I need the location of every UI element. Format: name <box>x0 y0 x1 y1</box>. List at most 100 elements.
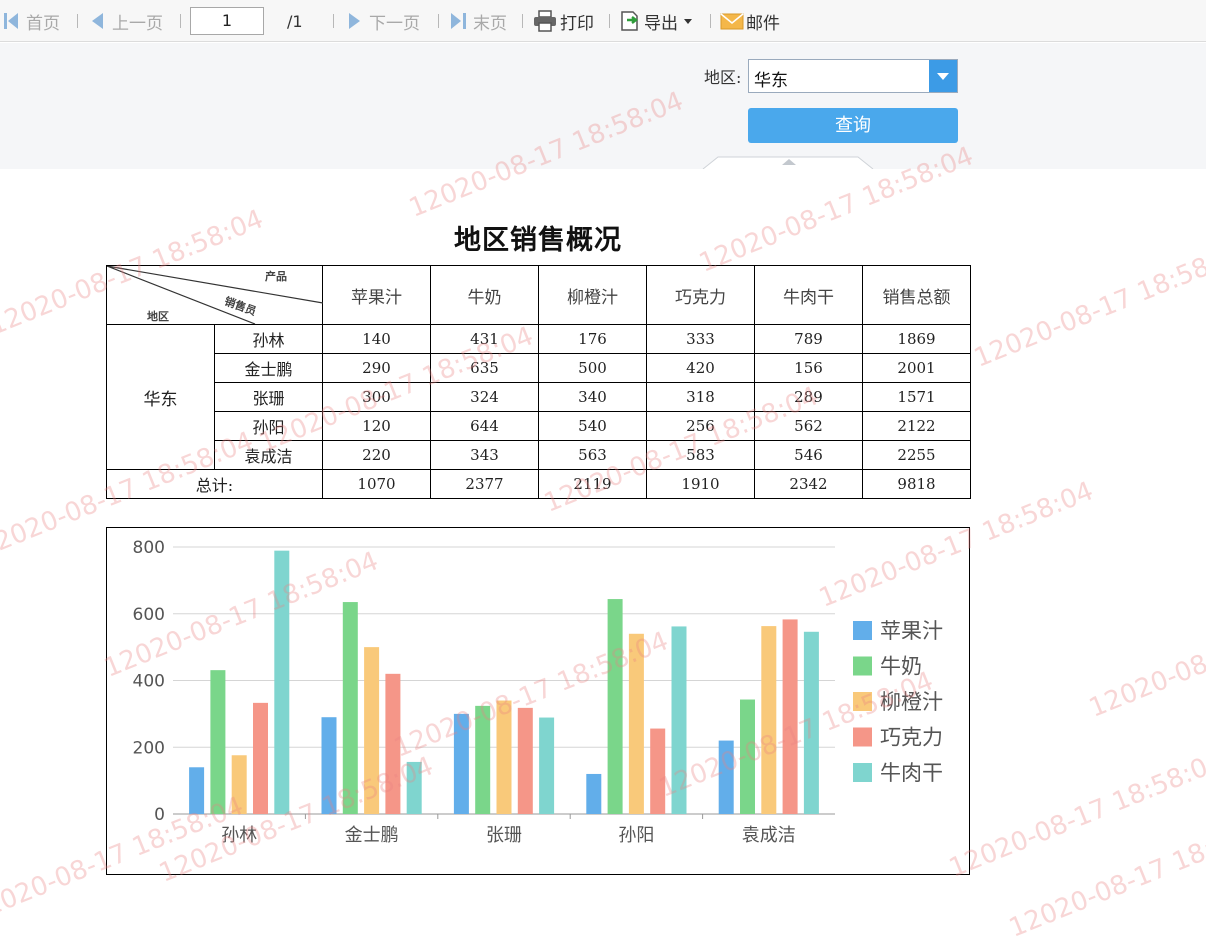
corner-region-label: 地区 <box>147 310 169 323</box>
last-page-label: 末页 <box>473 13 507 34</box>
x-tick-label: 孙林 <box>221 825 257 846</box>
table-cell: 290 <box>322 353 431 383</box>
table-cell: 156 <box>754 353 863 383</box>
bar <box>364 647 380 814</box>
timestamp-watermark: 12020-08-17 18:58:04 <box>945 746 1206 884</box>
table-cell: 140 <box>322 324 431 354</box>
bar <box>607 599 623 814</box>
page-number-input[interactable]: 1 <box>190 7 264 35</box>
legend-label: 柳橙汁 <box>880 690 943 714</box>
bar <box>453 713 469 814</box>
table-cell: 431 <box>430 324 539 354</box>
total-cell: 2342 <box>754 469 863 499</box>
toolbar-divider <box>333 14 334 28</box>
print-label: 打印 <box>560 13 594 34</box>
toolbar-divider <box>438 14 439 28</box>
prev-page-button[interactable]: 上一页 <box>92 9 163 34</box>
first-page-button[interactable]: 首页 <box>4 9 60 34</box>
table-cell: 562 <box>754 411 863 441</box>
next-page-label: 下一页 <box>369 13 420 34</box>
next-page-icon <box>349 13 360 29</box>
chevron-down-icon <box>684 18 692 24</box>
bar <box>321 717 337 814</box>
table-cell: 300 <box>322 382 431 412</box>
salesperson-cell: 金士鹏 <box>214 353 323 383</box>
bar <box>650 728 666 814</box>
table-cell: 546 <box>754 440 863 470</box>
collapse-arrow-icon <box>782 159 796 165</box>
bar <box>406 761 422 814</box>
dropdown-arrow-icon[interactable] <box>929 60 957 92</box>
table-cell: 220 <box>322 440 431 470</box>
legend-label: 牛肉干 <box>880 761 943 785</box>
legend-swatch <box>853 692 872 711</box>
last-page-icon <box>451 13 467 29</box>
bar <box>253 702 268 814</box>
y-tick-label: 600 <box>133 605 165 625</box>
total-label: 总计: <box>106 469 323 499</box>
legend-swatch <box>853 621 872 640</box>
print-button[interactable]: 打印 <box>533 9 594 34</box>
printer-icon <box>534 10 556 32</box>
table-corner-header: 产品 销售员 地区 <box>106 265 323 325</box>
toolbar-divider <box>180 14 181 28</box>
timestamp-watermark: 12020-08-17 18:58:04 <box>1005 806 1206 944</box>
toolbar-divider <box>522 14 523 28</box>
mail-button[interactable]: 邮件 <box>720 9 780 34</box>
column-header: 柳橙汁 <box>538 265 647 325</box>
table-cell: 420 <box>646 353 755 383</box>
prev-page-icon <box>92 13 103 29</box>
table-cell: 289 <box>754 382 863 412</box>
legend-label: 苹果汁 <box>880 619 943 643</box>
region-select-value: 华东 <box>754 71 788 91</box>
legend-swatch <box>853 763 872 782</box>
query-button[interactable]: 查询 <box>748 108 958 143</box>
salesperson-cell: 孙林 <box>214 324 323 354</box>
total-cell: 2377 <box>430 469 539 499</box>
legend-label: 牛奶 <box>880 655 922 679</box>
bar <box>210 670 226 814</box>
x-tick-label: 袁成洁 <box>742 825 796 846</box>
salesperson-cell: 孙阳 <box>214 411 323 441</box>
export-button[interactable]: 导出 <box>619 9 692 34</box>
x-tick-label: 孙阳 <box>618 825 654 846</box>
region-cell: 华东 <box>106 324 215 470</box>
bar <box>496 700 512 814</box>
bar <box>342 602 358 814</box>
corner-product-label: 产品 <box>265 270 287 283</box>
report-toolbar: 首页 上一页 1 /1 下一页 末页 打印 导出 邮件 <box>0 0 1206 42</box>
region-label: 地区: <box>704 68 742 87</box>
bar <box>761 626 777 814</box>
table-cell: 256 <box>646 411 755 441</box>
table-cell: 176 <box>538 324 647 354</box>
timestamp-watermark: 12020-08-17 18:58:04 <box>1085 586 1206 724</box>
table-cell: 789 <box>754 324 863 354</box>
table-cell: 343 <box>430 440 539 470</box>
bar <box>539 717 555 814</box>
salesperson-cell: 张珊 <box>214 382 323 412</box>
last-page-button[interactable]: 末页 <box>451 9 507 34</box>
bar <box>740 699 755 814</box>
collapse-panel-handle[interactable] <box>0 43 1206 169</box>
y-tick-label: 200 <box>133 738 165 758</box>
table-cell: 318 <box>646 382 755 412</box>
x-tick-label: 张珊 <box>486 825 522 846</box>
export-label: 导出 <box>644 13 678 34</box>
bar-chart-svg: 0 200 400 600 800 孙林 金士鹏 张珊 孙阳 袁成洁 苹果汁牛奶柳橙汁巧克力牛肉干 <box>133 538 943 846</box>
parameter-panel: 地区: 华东 查询 <box>0 43 1206 169</box>
sales-table: 产品 销售员 地区 苹果汁 牛奶 柳橙汁 巧克力 牛肉干 销售总额 华东 孙林 … <box>106 265 971 499</box>
column-header: 牛肉干 <box>754 265 863 325</box>
bar <box>803 631 819 814</box>
total-cell: 1070 <box>322 469 431 499</box>
table-cell: 2001 <box>862 353 971 383</box>
first-page-icon <box>4 13 20 29</box>
table-cell: 635 <box>430 353 539 383</box>
region-select[interactable]: 华东 <box>748 59 958 93</box>
bar <box>718 740 734 814</box>
page-total: /1 <box>287 11 303 31</box>
next-page-button[interactable]: 下一页 <box>349 9 420 34</box>
table-cell: 1571 <box>862 382 971 412</box>
mail-label: 邮件 <box>746 13 780 34</box>
timestamp-watermark: 12020-08-17 18:58:04 <box>970 236 1206 374</box>
table-cell: 583 <box>646 440 755 470</box>
